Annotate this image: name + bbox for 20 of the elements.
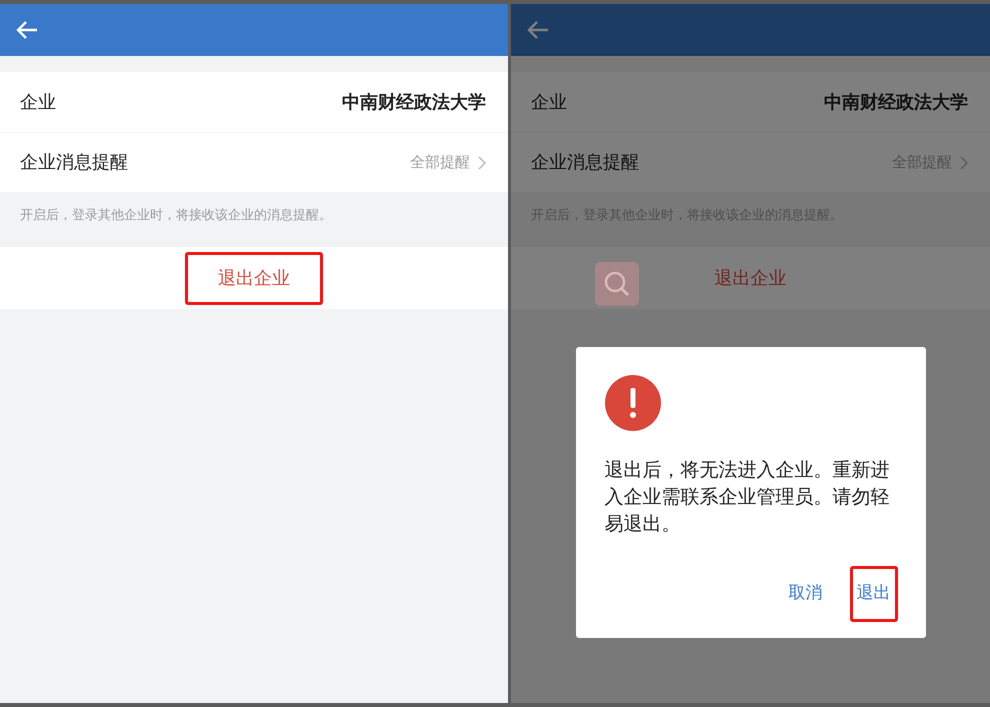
dialog-button[interactable]: 取消 (782, 566, 830, 622)
chevron-right-icon (960, 156, 968, 170)
row-label: 企业消息提醒 (20, 151, 128, 175)
warning-icon (604, 375, 660, 431)
row-label: 企业消息提醒 (531, 151, 639, 175)
row-label: 企业 (20, 90, 56, 114)
back-icon[interactable] (16, 20, 38, 40)
dialog-button[interactable]: 退出 (850, 566, 898, 622)
hint-text: 开启后，登录其他企业时，将接收该企业的消息提醒。 (19, 207, 333, 225)
row-value: 中南财经政法大学 (342, 90, 486, 114)
settings-row[interactable]: 企业消息提醒 全部提醒 (0, 132, 508, 192)
search-icon[interactable] (595, 262, 639, 306)
back-icon[interactable] (527, 20, 549, 40)
row-value: 全部提醒 (410, 152, 470, 174)
exit-company-button[interactable]: 退出企业 (682, 252, 820, 304)
exit-company-button[interactable]: 退出企业 (185, 252, 323, 304)
chevron-right-icon (478, 156, 486, 170)
row-value: 中南财经政法大学 (824, 90, 968, 114)
dialog-message: 退出后，将无法进入企业。重新进入企业需联系企业管理员。请勿轻易退出。 (604, 458, 890, 537)
row-label: 企业 (531, 90, 567, 114)
